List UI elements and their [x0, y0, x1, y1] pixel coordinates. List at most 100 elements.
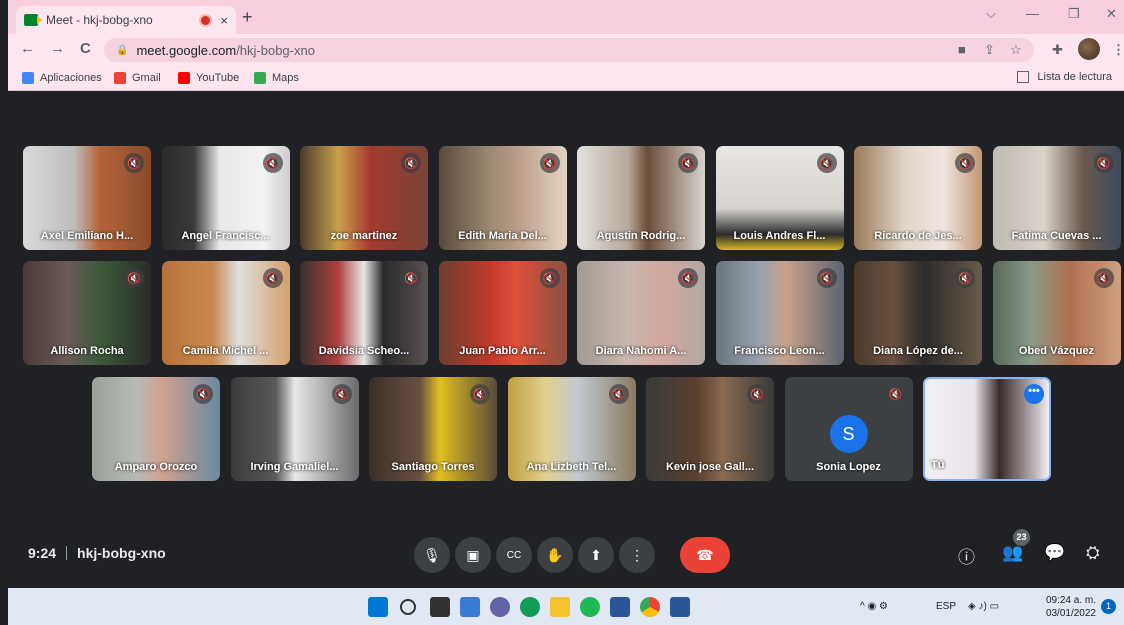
- captions-button[interactable]: CC: [496, 537, 532, 573]
- word-document-icon[interactable]: [670, 597, 690, 617]
- participant-tile[interactable]: 🔇 Davidsia Scheo...: [300, 261, 428, 365]
- bookmark-apps[interactable]: Aplicaciones: [22, 72, 102, 84]
- bookmark-gmail[interactable]: Gmail: [114, 72, 161, 84]
- bookmark-star-icon[interactable]: ☆: [1010, 42, 1022, 58]
- profile-avatar[interactable]: [1078, 38, 1100, 60]
- camera-button[interactable]: ▣: [455, 537, 491, 573]
- maximize-button[interactable]: ❐: [1068, 6, 1080, 22]
- address-bar[interactable]: 🔒 meet.google.com/hkj-bobg-xno: [104, 38, 1034, 62]
- youtube-icon: [178, 72, 190, 84]
- participant-tile[interactable]: S 🔇 Sonia Lopez: [784, 377, 913, 481]
- participant-tile[interactable]: 🔇 Kevin jose Gall...: [646, 377, 774, 481]
- leave-call-button[interactable]: ☎: [680, 537, 730, 573]
- participant-tile[interactable]: 🔇 Axel Emiliano H...: [23, 146, 151, 250]
- participant-tile[interactable]: 🔇 Allison Rocha: [23, 261, 151, 365]
- participant-tile[interactable]: 🔇 Angel Francisc...: [161, 146, 290, 250]
- muted-mic-icon: 🔇: [331, 384, 352, 404]
- file-explorer-icon[interactable]: [550, 597, 570, 617]
- participant-tile[interactable]: 🔇 Ricardo de Jes...: [854, 146, 982, 250]
- camera-in-use-icon[interactable]: ■: [958, 42, 966, 57]
- new-tab-button[interactable]: +: [242, 7, 253, 28]
- meeting-info-icon[interactable]: ⓘ: [958, 543, 975, 568]
- widgets-icon[interactable]: [460, 597, 480, 617]
- people-icon[interactable]: 👥: [1002, 543, 1023, 563]
- participant-tile[interactable]: 🔇 Camila Michel ...: [161, 261, 290, 365]
- system-clock[interactable]: 09:24 a. m. 03/01/2022: [1046, 594, 1096, 620]
- tab-close-icon[interactable]: ×: [220, 13, 228, 28]
- activities-icon[interactable]: ⛭: [1086, 543, 1100, 563]
- browser-toolbar: ← → C 🔒 meet.google.com/hkj-bobg-xno ■ ⇪…: [8, 34, 1124, 66]
- lock-icon: 🔒: [116, 44, 129, 56]
- share-icon[interactable]: ⇪: [984, 42, 995, 58]
- more-options-button[interactable]: ⋮: [619, 537, 655, 573]
- extensions-icon[interactable]: ✚: [1052, 42, 1063, 58]
- participant-tile[interactable]: 🔇 Obed Vázquez: [992, 261, 1121, 365]
- participant-tile[interactable]: 🔇 Amparo Orozco: [92, 377, 220, 481]
- url-host: meet.google.com: [136, 42, 237, 58]
- muted-mic-icon: 🔇: [747, 384, 767, 404]
- network-volume-battery-icons[interactable]: ◈ ♪) ▭: [968, 601, 999, 612]
- bookmark-label: Aplicaciones: [40, 72, 102, 84]
- reading-list-icon: [1017, 71, 1030, 83]
- participant-tile[interactable]: 🔇 zoe martinez: [300, 146, 428, 250]
- participant-tile[interactable]: 🔇 Francisco Leon...: [715, 261, 844, 365]
- participant-tile[interactable]: 🔇 Irving Gamaliel...: [230, 377, 359, 481]
- participant-name: Axel Emiliano H...: [40, 230, 134, 242]
- task-view-icon[interactable]: [430, 597, 450, 617]
- chrome-menu-icon[interactable]: ⋮: [1112, 42, 1124, 58]
- muted-mic-icon: 🔇: [1093, 268, 1114, 288]
- search-icon[interactable]: [400, 599, 416, 615]
- maps-icon: [254, 72, 266, 84]
- participant-tile[interactable]: 🔇 Louis Andres Fl...: [715, 146, 844, 250]
- word-icon[interactable]: [610, 597, 630, 617]
- raise-hand-button[interactable]: ✋: [537, 537, 573, 573]
- muted-mic-icon: 🔇: [401, 153, 421, 173]
- tray-icons[interactable]: ^ ◉ ⚙: [860, 601, 888, 612]
- bookmark-label: Gmail: [132, 72, 161, 84]
- participant-name: Francisco Leon...: [734, 345, 825, 357]
- url-path: /hkj-bobg-xno: [236, 42, 315, 58]
- muted-mic-icon: 🔇: [678, 268, 698, 288]
- muted-mic-icon: 🔇: [124, 153, 144, 173]
- forward-button[interactable]: →: [50, 40, 65, 57]
- muted-mic-icon: 🔇: [539, 268, 560, 288]
- browser-tab[interactable]: Meet - hkj-bobg-xno ×: [16, 6, 236, 34]
- bookmark-youtube[interactable]: YouTube: [178, 72, 239, 84]
- muted-mic-icon: 🔇: [401, 268, 421, 288]
- spotify-icon[interactable]: [580, 597, 600, 617]
- participant-tile[interactable]: 🔇 Santiago Torres: [369, 377, 497, 481]
- participant-name: Diara Nahomi A...: [595, 345, 687, 357]
- participant-tile[interactable]: 🔇 Diara Nahomi A...: [577, 261, 705, 365]
- present-button[interactable]: ⬆: [578, 537, 614, 573]
- participant-tile[interactable]: 🔇 Edith Maria Del...: [438, 146, 567, 250]
- reading-list-button[interactable]: Lista de lectura: [1017, 71, 1112, 83]
- participant-tile[interactable]: 🔇 Agustin Rodrig...: [577, 146, 705, 250]
- recording-indicator-icon: [201, 15, 211, 25]
- language-indicator[interactable]: ESP: [936, 601, 956, 612]
- participant-name: Louis Andres Fl...: [733, 230, 826, 242]
- muted-mic-icon: 🔇: [262, 153, 283, 173]
- chrome-icon[interactable]: [640, 597, 660, 617]
- chat-icon[interactable]: 💬: [1044, 543, 1065, 563]
- start-icon[interactable]: [368, 597, 388, 617]
- back-button[interactable]: ←: [20, 40, 35, 57]
- muted-mic-icon: 🔇: [816, 153, 837, 173]
- chat-app-icon[interactable]: [490, 597, 510, 617]
- minimize-button[interactable]: —: [1026, 6, 1039, 21]
- notifications-badge[interactable]: 1: [1101, 599, 1116, 614]
- tile-more-options-icon[interactable]: •••: [1024, 384, 1044, 404]
- close-window-button[interactable]: ✕: [1106, 6, 1117, 22]
- clock-date: 03/01/2022: [1045, 608, 1096, 619]
- participant-tile[interactable]: 🔇 Juan Pablo Arr...: [438, 261, 567, 365]
- edge-icon[interactable]: [520, 597, 540, 617]
- participant-tile[interactable]: 🔇 Fatima Cuevas ...: [992, 146, 1121, 250]
- bookmark-maps[interactable]: Maps: [254, 72, 299, 84]
- participant-tile[interactable]: 🔇 Diana López de...: [854, 261, 982, 365]
- tab-search-icon[interactable]: ⌵: [986, 6, 996, 22]
- participant-tile[interactable]: ••• Tú: [923, 377, 1051, 481]
- microphone-button[interactable]: 🎙: [414, 537, 450, 573]
- muted-mic-icon: 🔇: [678, 153, 698, 173]
- participant-tile[interactable]: 🔇 Ana Lizbeth Tel...: [507, 377, 636, 481]
- participant-name: Davidsia Scheo...: [318, 345, 410, 357]
- reload-button[interactable]: C: [80, 40, 91, 57]
